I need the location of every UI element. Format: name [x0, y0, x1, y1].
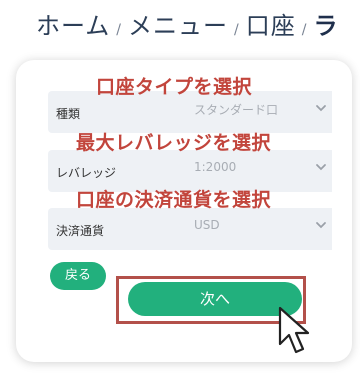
- leverage-value: 1:2000: [194, 160, 237, 174]
- annotation-select-currency: 口座の決済通貨を選択: [76, 189, 272, 211]
- chevron-down-icon: [316, 105, 326, 112]
- currency-select[interactable]: 決済通貨 USD: [48, 208, 332, 250]
- leverage-label: レバレッジ: [56, 166, 117, 180]
- breadcrumb-separator: /: [301, 22, 308, 38]
- annotation-select-max-leverage: 最大レバレッジを選択: [76, 132, 272, 154]
- breadcrumb-menu[interactable]: メニュー: [128, 12, 228, 40]
- breadcrumb-home[interactable]: ホーム: [36, 12, 110, 40]
- breadcrumb-separator: /: [234, 22, 240, 38]
- breadcrumb-separator: /: [116, 22, 122, 38]
- account-type-label: 種類: [56, 107, 81, 121]
- chevron-down-icon: [316, 222, 326, 229]
- back-button[interactable]: 戻る: [50, 262, 106, 290]
- currency-label: 決済通貨: [56, 224, 105, 238]
- account-type-value: スタンダード口: [194, 103, 279, 117]
- annotation-select-account-type: 口座タイプを選択: [96, 76, 253, 98]
- currency-value: USD: [194, 218, 220, 232]
- breadcrumb: ホーム / メニュー / 口座 / ラ: [36, 6, 338, 41]
- mouse-cursor-icon: [278, 306, 310, 354]
- chevron-down-icon: [316, 164, 326, 171]
- breadcrumb-current: ラ: [313, 12, 339, 40]
- breadcrumb-account[interactable]: 口座: [246, 12, 296, 40]
